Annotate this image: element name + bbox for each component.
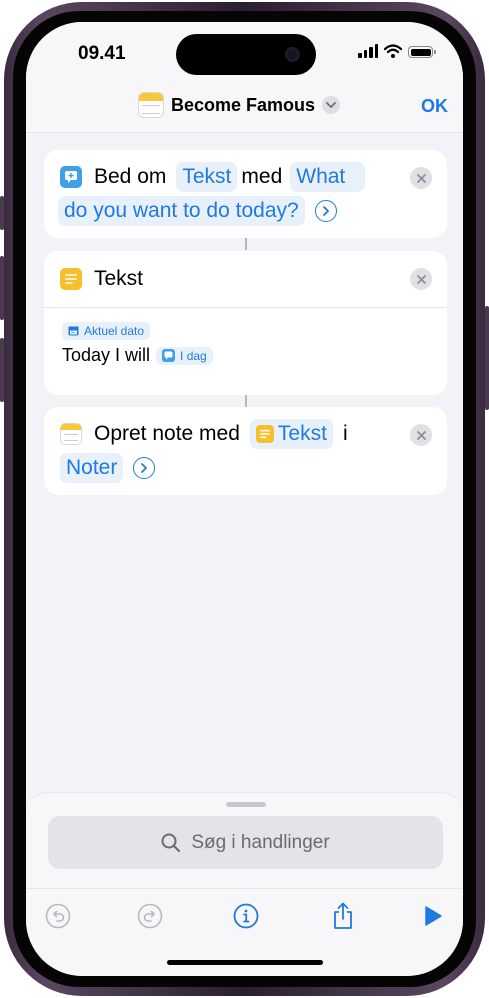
action-connector	[245, 395, 247, 407]
play-icon	[425, 906, 442, 926]
remove-action-button[interactable]	[410, 268, 432, 290]
current-date-token[interactable]: Aktuel dato	[62, 322, 151, 340]
volume-up-button	[0, 256, 4, 320]
ask-action-line-1: Bed om Tekst med What	[60, 162, 369, 192]
share-button[interactable]	[328, 901, 358, 931]
text-body[interactable]: Aktuel dato Today I will I dag	[62, 322, 213, 366]
share-icon	[334, 902, 352, 929]
header: 09.41 Become Famous OK	[26, 22, 463, 133]
text-action-divider	[44, 307, 447, 308]
run-button[interactable]	[418, 901, 448, 931]
shortcut-title: Become Famous	[171, 94, 316, 115]
sheet-grabber[interactable]	[226, 802, 266, 807]
input-type-token[interactable]: Tekst	[176, 162, 238, 192]
screen: 09.41 Become Famous OK Bed om Tekst med …	[26, 22, 463, 976]
info-icon	[233, 903, 259, 929]
ask-for-input-icon	[162, 349, 176, 362]
calendar-icon	[68, 326, 79, 336]
chevron-right-icon[interactable]	[133, 457, 156, 479]
status-icons	[358, 44, 436, 58]
wifi-icon	[384, 44, 402, 58]
cellular-signal-icon	[358, 44, 378, 58]
text-variable-label: Tekst	[277, 422, 327, 445]
volume-down-button	[0, 338, 4, 402]
camera-icon	[285, 47, 300, 62]
note-action-line-2: Noter	[56, 453, 156, 483]
note-in-label: i	[342, 422, 348, 445]
notes-app-token[interactable]: Noter	[60, 453, 124, 483]
text-action-title: Tekst	[94, 267, 144, 290]
redo-icon	[137, 903, 163, 929]
ok-button[interactable]: OK	[421, 96, 448, 117]
undo-button[interactable]	[43, 901, 73, 931]
search-placeholder: Søg i handlinger	[191, 831, 330, 853]
current-date-label: Aktuel dato	[84, 324, 145, 338]
text-action-icon	[60, 268, 82, 290]
undo-icon	[45, 903, 71, 929]
search-actions-field[interactable]: Søg i handlinger	[48, 816, 443, 869]
text-body-content: Today I will	[62, 345, 151, 365]
prompt-token-continued[interactable]: do you want to do today?	[58, 196, 305, 226]
chevron-down-icon[interactable]	[322, 96, 341, 114]
redo-button[interactable]	[135, 901, 165, 931]
battery-icon	[408, 46, 436, 58]
home-indicator	[167, 960, 323, 965]
ask-for-input-icon	[60, 166, 82, 188]
notes-app-icon	[138, 92, 164, 118]
today-variable-label: I dag	[180, 348, 207, 363]
action-connector	[245, 238, 247, 250]
create-note-action[interactable]: Opret note med Tekst i Noter	[44, 407, 447, 495]
create-note-label: Opret note med	[94, 422, 240, 445]
text-action-header: Tekst	[60, 267, 143, 291]
action-button	[0, 196, 4, 230]
search-icon	[161, 833, 181, 852]
dynamic-island	[176, 34, 316, 75]
bottom-toolbar	[26, 888, 463, 939]
text-variable-token[interactable]: Tekst	[249, 419, 333, 449]
ask-with-label: med	[241, 165, 283, 188]
remove-action-button[interactable]	[410, 167, 432, 189]
status-time: 09.41	[78, 43, 126, 64]
today-variable-token[interactable]: I dag	[156, 346, 213, 365]
ask-action-label: Bed om	[94, 165, 167, 188]
power-button	[485, 306, 489, 410]
info-button[interactable]	[231, 901, 261, 931]
action-search-sheet: Søg i handlinger	[26, 792, 463, 976]
chevron-right-icon[interactable]	[314, 200, 337, 222]
text-action-icon	[255, 425, 274, 443]
remove-action-button[interactable]	[410, 424, 432, 446]
ask-action-line-2: do you want to do today?	[54, 196, 337, 226]
shortcut-title-menu[interactable]: Become Famous	[138, 92, 341, 118]
note-action-line-1: Opret note med Tekst i	[60, 419, 348, 449]
prompt-token[interactable]: What	[290, 162, 366, 192]
text-action[interactable]: Tekst Aktuel dato Today I will I dag	[44, 251, 447, 395]
ask-for-input-action[interactable]: Bed om Tekst med What do you want to do …	[44, 150, 447, 238]
notes-app-icon	[60, 423, 82, 445]
